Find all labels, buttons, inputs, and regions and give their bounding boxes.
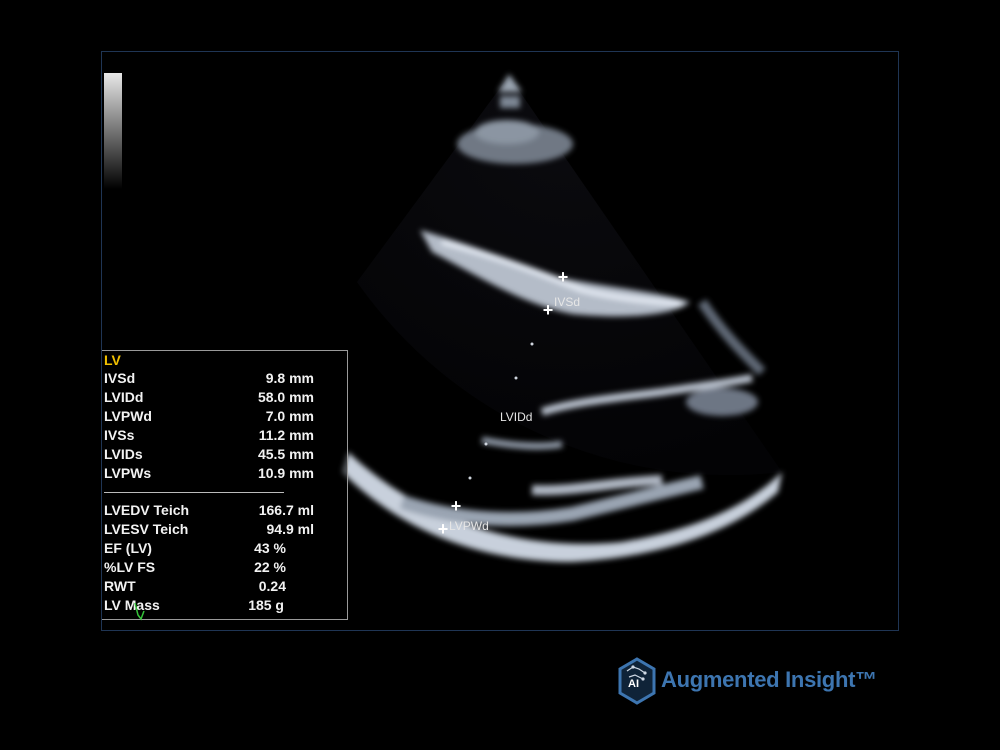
meas-name: LVESV Teich [104, 521, 189, 537]
meas-row-lvesv: LVESV Teich 94.9 ml [104, 520, 314, 539]
panel-title: LV [104, 352, 121, 368]
label-ivsd: IVSd [554, 295, 581, 309]
meas-value: 0.24 [258, 578, 286, 594]
ecg-marker-icon [134, 602, 145, 621]
meas-value: 7.0 mm [265, 408, 314, 424]
meas-name: LVIDd [104, 389, 144, 405]
caliper-lvpwd-top[interactable]: + [449, 497, 463, 515]
meas-row-ef: EF (LV) 43 % [104, 539, 314, 558]
meas-row-rwt: RWT 0.24 [104, 577, 314, 596]
meas-name: LVEDV Teich [104, 502, 190, 518]
meas-value: 43 % [254, 540, 286, 556]
label-lvpwd: LVPWd [449, 519, 489, 533]
meas-row-lvpws: LVPWs 10.9 mm [104, 464, 314, 483]
brand-logo: AI Augmented Insight™ [617, 657, 907, 709]
meas-value: 10.9 mm [257, 465, 314, 481]
meas-value: 11.2 mm [258, 427, 314, 443]
ultrasound-viewport: + + IVSd LVIDd + + LVPWd LV IVSd 9.8 mm L… [101, 51, 899, 631]
meas-row-ivsd: IVSd 9.8 mm [104, 369, 314, 388]
meas-row-fs: %LV FS 22 % [104, 558, 314, 577]
meas-value: 22 % [254, 559, 286, 575]
brand-logo-text: AI [628, 678, 639, 690]
meas-name: LVPWs [104, 465, 152, 481]
meas-name: LVPWd [104, 408, 152, 424]
meas-name: IVSd [104, 370, 136, 386]
meas-value: 185 g [248, 597, 284, 613]
meas-row-lvids: LVIDs 45.5 mm [104, 445, 314, 464]
meas-name: IVSs [104, 427, 135, 443]
panel-divider [104, 492, 284, 493]
meas-row-ivss: IVSs 11.2 mm [104, 426, 314, 445]
meas-value: 94.9 ml [266, 521, 314, 537]
label-lvidd: LVIDd [500, 410, 533, 424]
meas-value: 58.0 mm [257, 389, 314, 405]
meas-name: %LV FS [104, 559, 156, 575]
meas-value: 45.5 mm [257, 446, 314, 462]
meas-row-lvidd: LVIDd 58.0 mm [104, 388, 314, 407]
caliper-ivsd-bottom[interactable]: + [541, 301, 555, 319]
meas-name: EF (LV) [104, 540, 152, 556]
caliper-lvpwd-bottom[interactable]: + [436, 520, 450, 538]
meas-value: 166.7 ml [258, 502, 314, 518]
meas-row-lvedv: LVEDV Teich 166.7 ml [104, 501, 314, 520]
measurement-panel: LV IVSd 9.8 mm LVIDd 58.0 mm LVPWd 7.0 mm I… [102, 350, 348, 621]
meas-name: LVIDs [104, 446, 143, 462]
meas-name: RWT [104, 578, 136, 594]
brand-name: Augmented Insight™ [661, 667, 877, 692]
meas-value: 9.8 mm [265, 370, 314, 386]
caliper-ivsd-top[interactable]: + [556, 268, 570, 286]
meas-row-lvpwd: LVPWd 7.0 mm [104, 407, 314, 426]
